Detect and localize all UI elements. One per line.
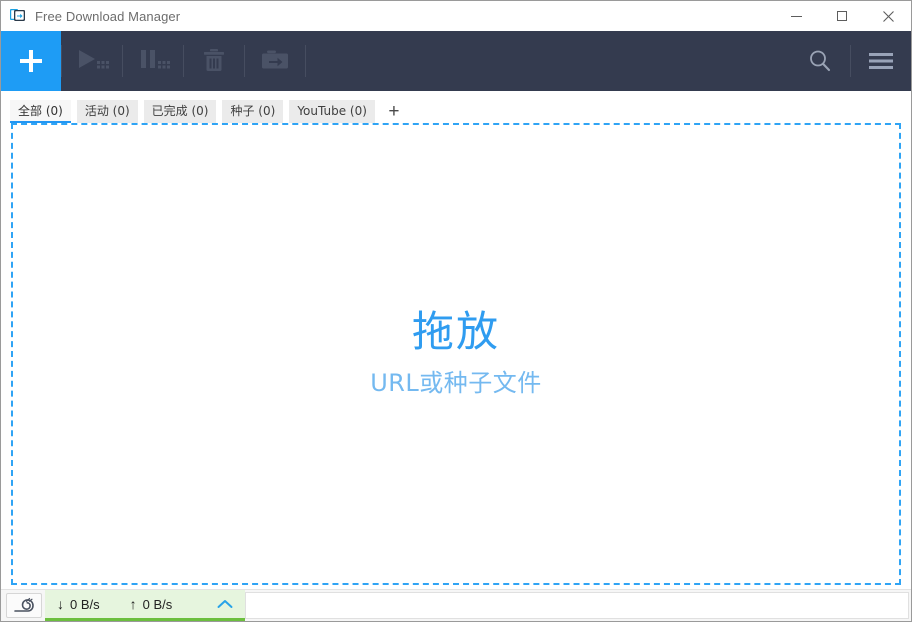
- add-tab-button[interactable]: +: [383, 102, 405, 123]
- download-arrow-icon: ↓: [57, 596, 64, 612]
- drop-zone-title: 拖放: [411, 307, 500, 357]
- chevron-up-icon: [217, 600, 233, 608]
- upload-arrow-icon: ↑: [129, 596, 137, 612]
- search-button[interactable]: [790, 31, 850, 91]
- close-button[interactable]: [865, 1, 911, 31]
- tab-completed[interactable]: 已完成 (0): [143, 100, 217, 123]
- tab-youtube[interactable]: YouTube (0): [289, 100, 375, 123]
- main-menu-button[interactable]: [851, 31, 911, 91]
- drop-zone-subtitle: URL或种子文件: [370, 368, 542, 397]
- snail-icon: [14, 597, 34, 612]
- maximize-button[interactable]: [819, 1, 865, 31]
- delete-button[interactable]: [184, 31, 244, 91]
- close-icon: [882, 10, 894, 22]
- pause-all-button[interactable]: [123, 31, 183, 91]
- folder-arrow-icon: [262, 50, 288, 69]
- main-toolbar: [1, 31, 911, 91]
- status-bar: ↓ 0 B/s ↑ 0 B/s: [1, 589, 911, 621]
- pause-all-icon: [141, 50, 170, 69]
- play-all-icon: [79, 50, 109, 69]
- download-speed-value: 0 B/s: [70, 596, 100, 612]
- status-bar-message-area: [245, 592, 909, 619]
- upload-speed-group: ↑ 0 B/s: [130, 597, 173, 612]
- expand-speed-graph-button[interactable]: [217, 599, 233, 609]
- content-area: 拖放 URL或种子文件: [1, 123, 911, 589]
- tab-label: 全部 (0): [18, 104, 63, 118]
- minimize-icon: [790, 15, 802, 17]
- minimize-button[interactable]: [773, 1, 819, 31]
- download-speed-group: ↓ 0 B/s: [57, 597, 100, 612]
- toolbar-right-group: [790, 31, 911, 91]
- tab-label: 种子 (0): [230, 104, 276, 118]
- trash-icon: [204, 49, 224, 71]
- search-icon: [810, 50, 831, 72]
- application-window: Free Download Manager 全部 (0) 活动 (0) 已完成 …: [0, 0, 912, 622]
- drop-zone[interactable]: 拖放 URL或种子文件: [11, 123, 901, 585]
- window-title: Free Download Manager: [35, 8, 181, 24]
- maximize-icon: [837, 11, 847, 21]
- speed-summary-panel[interactable]: ↓ 0 B/s ↑ 0 B/s: [45, 590, 245, 621]
- upload-speed-value: 0 B/s: [142, 596, 173, 612]
- window-controls: [773, 1, 911, 31]
- tab-torrents[interactable]: 种子 (0): [222, 100, 284, 123]
- speed-limit-toggle-button[interactable]: [6, 593, 42, 618]
- tab-label: YouTube (0): [297, 103, 367, 118]
- tab-active-downloads[interactable]: 活动 (0): [76, 100, 138, 123]
- fdm-download-icon: [9, 7, 27, 25]
- filter-tab-bar: 全部 (0) 活动 (0) 已完成 (0) 种子 (0) YouTube (0)…: [1, 91, 911, 123]
- resume-all-button[interactable]: [62, 31, 122, 91]
- tab-label: 活动 (0): [84, 104, 130, 118]
- add-download-button[interactable]: [1, 31, 61, 91]
- tab-all[interactable]: 全部 (0): [10, 100, 71, 123]
- move-to-folder-button[interactable]: [245, 31, 305, 91]
- add-icon: [20, 50, 42, 72]
- tab-label: 已完成 (0): [151, 104, 209, 118]
- hamburger-menu-icon: [869, 53, 893, 69]
- title-bar: Free Download Manager: [1, 1, 911, 31]
